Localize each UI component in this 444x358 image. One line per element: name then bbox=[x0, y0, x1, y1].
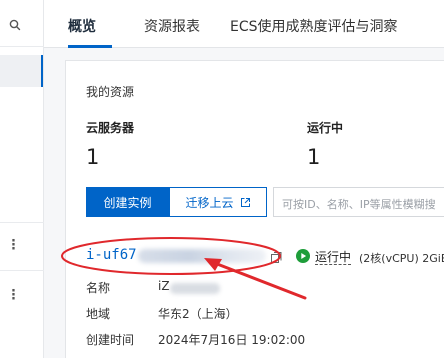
sidebar-divider bbox=[0, 270, 44, 271]
detail-label-name: 名称 bbox=[86, 281, 111, 295]
copy-icon[interactable] bbox=[271, 252, 282, 263]
external-link-icon bbox=[240, 197, 250, 207]
tab-bar: 概览 资源报表 ECS使用成熟度评估与洞察 bbox=[44, 0, 444, 48]
ecs-overview-page: · · · · · · 概览 资源报表 ECS使用成熟度评估与洞察 我的资源 云服务器 … bbox=[0, 0, 444, 358]
search-icon[interactable] bbox=[8, 18, 22, 32]
left-sidebar: · · · · · · bbox=[0, 0, 44, 358]
stat-value-running[interactable]: 1 bbox=[307, 145, 320, 169]
redacted-instance-name bbox=[170, 283, 220, 294]
stat-value-servers[interactable]: 1 bbox=[86, 145, 99, 169]
play-circle-icon bbox=[296, 249, 310, 263]
sidebar-active-indicator bbox=[41, 55, 43, 87]
active-tab-underline bbox=[68, 45, 112, 48]
detail-label-created: 创建时间 bbox=[86, 333, 135, 347]
tab-resource-report[interactable]: 资源报表 bbox=[144, 16, 200, 36]
more-icon[interactable]: · · · bbox=[11, 235, 16, 256]
more-icon[interactable]: · · · bbox=[11, 285, 16, 306]
detail-value-region: 华东2（上海） bbox=[158, 307, 238, 321]
instance-id-link[interactable]: i-uf67 bbox=[86, 247, 137, 263]
stat-label-running: 运行中 bbox=[307, 121, 344, 135]
migrate-label: 迁移上云 bbox=[185, 195, 234, 210]
redacted-instance-id bbox=[138, 249, 266, 263]
detail-label-region: 地域 bbox=[86, 307, 111, 321]
instance-search-input[interactable]: 可按ID、名称、IP等属性模糊搜 bbox=[273, 187, 444, 217]
create-instance-button[interactable]: 创建实例 bbox=[86, 187, 169, 217]
stat-label-servers: 云服务器 bbox=[86, 121, 135, 135]
detail-value-name: iZ bbox=[158, 279, 170, 293]
detail-value-created: 2024年7月16日 19:02:00 bbox=[158, 333, 306, 347]
my-resources-card: 我的资源 云服务器 1 运行中 1 创建实例 迁移上云 可按ID、名称、IP等属… bbox=[65, 60, 444, 358]
tab-overview[interactable]: 概览 bbox=[68, 16, 96, 36]
sidebar-item-active[interactable] bbox=[0, 55, 43, 87]
sidebar-divider bbox=[0, 46, 44, 47]
tab-ecs-maturity[interactable]: ECS使用成熟度评估与洞察 bbox=[230, 16, 398, 36]
create-instance-label: 创建实例 bbox=[103, 195, 152, 210]
instance-status[interactable]: 运行中 bbox=[315, 250, 352, 265]
migrate-to-cloud-button[interactable]: 迁移上云 bbox=[169, 187, 267, 217]
sidebar-divider bbox=[0, 222, 44, 223]
instance-spec: (2核(vCPU) 2GiB bbox=[359, 252, 444, 265]
card-title: 我的资源 bbox=[86, 85, 135, 99]
